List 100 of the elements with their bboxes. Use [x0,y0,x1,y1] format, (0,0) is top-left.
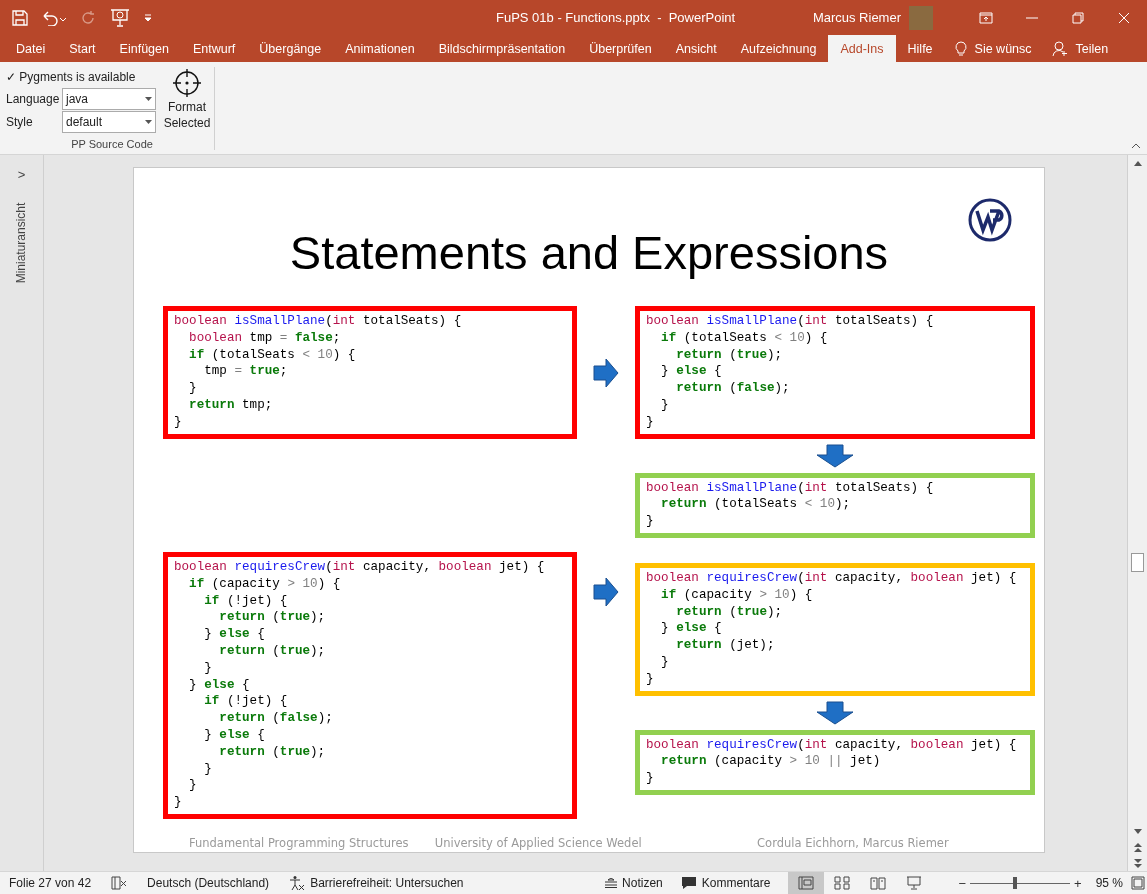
minimize-icon [1026,16,1038,19]
code-line: } [660,653,670,671]
down-arrow-icon [816,443,854,468]
view-icon [870,876,887,890]
right-arrow-icon [593,358,619,388]
slide-title: Statements and Expressions [288,225,890,281]
code-line: boolean requiresCrew(int capacity, boolean jet) { [646,569,1018,587]
ribbon-display-icon [979,11,993,24]
close-icon [1118,11,1130,24]
present-icon[interactable] [110,8,130,27]
pygments-status: ✓ Pygments is available [6,70,137,84]
code-line: } [174,794,183,811]
ribbon-tab[interactable]: Hilfe [895,35,945,62]
restore-icon [1072,11,1084,24]
view-icon [834,876,851,890]
code-line: if (capacity > 10) { [660,586,814,604]
code-line: } [203,760,213,778]
expand-pane-button[interactable]: > [17,167,26,182]
code-line: boolean isSmallPlane(int totalSeats) { [174,313,463,330]
code-line: return tmp; [188,397,274,414]
crosshair-icon [172,68,202,99]
ribbon-tab[interactable]: Übergänge [247,35,334,62]
code-line: } [188,380,198,397]
ribbon-tab[interactable]: Aufzeichnung [728,35,829,62]
fit-slide-icon[interactable] [1131,876,1145,890]
code-line: } else { [203,726,266,744]
footer-text: University of Applied Science Wedel [434,836,643,850]
user-name[interactable]: Marcus Riemer [812,10,901,25]
window-title: FuPS 01b - Functions.pptx - PowerPoint [496,10,736,25]
language-label: Language [6,91,61,106]
notes-button[interactable]: Notizen [605,876,663,890]
code-line: return (false); [218,710,334,727]
thumbnail-pane-label[interactable]: Miniaturansicht [14,202,29,284]
code-line: return (jet); [675,637,776,654]
code-line: } [646,513,655,530]
spelling-icon[interactable] [111,876,128,890]
code-line: if (totalSeats < 10) { [188,346,357,364]
ribbon-tab[interactable]: Start [57,35,108,62]
lightbulb-icon [954,40,967,57]
accessibility-button[interactable]: Barrierefreiheit: Untersuchen [289,875,464,891]
style-select[interactable]: default [62,110,156,133]
zoom-in-button[interactable]: + [1070,875,1086,891]
comments-button[interactable]: Kommentare [680,876,771,890]
code-line: } [203,659,213,677]
ribbon-tab[interactable]: Ansicht [663,35,729,62]
code-line: return (true); [675,346,784,364]
view-button[interactable] [788,872,825,894]
ribbon-tab[interactable]: Datei [4,35,58,62]
code-line: } [188,777,198,795]
language-status[interactable]: Deutsch (Deutschland) [147,876,270,890]
code-line: if (!jet) { [203,592,289,610]
logo-icon [968,198,1012,242]
zoom-level[interactable]: 95 % [1095,876,1123,890]
code-line: boolean isSmallPlane(int totalSeats) { [646,479,935,497]
notes-icon [605,878,618,888]
view-icon [906,876,923,890]
share-button[interactable]: Teilen [1041,35,1119,62]
code-line: return (capacity > 10 || jet) [660,753,882,771]
language-select[interactable]: java [62,87,156,110]
code-line: } else { [660,363,723,381]
view-icon [798,876,815,890]
code-line: if (capacity > 10) { [188,575,342,593]
code-line: } else { [188,676,251,694]
code-line: } [646,413,655,431]
style-label: Style [6,114,34,129]
ribbon-tab[interactable]: Add-Ins [828,35,896,62]
ribbon-tab[interactable]: Überprüfen [577,35,664,62]
save-icon[interactable] [12,9,28,26]
tell-me-button[interactable]: Sie wünsc [944,35,1042,62]
ribbon-tab[interactable]: Einfügen [107,35,181,62]
footer-text: Cordula Eichhorn, Marcus Riemer [757,836,950,850]
code-line: boolean requiresCrew(int capacity, boolean jet) { [174,558,546,576]
customize-caret-icon[interactable] [144,13,152,22]
ribbon-tab[interactable]: Entwurf [180,35,248,62]
code-line: return (true); [218,642,327,660]
code-line: boolean tmp = false; [188,329,342,347]
add-person-icon [1051,40,1068,57]
ribbon-tab[interactable]: Bildschirmpräsentation [426,35,578,62]
code-line: } else { [203,626,266,643]
slide-counter: Folie 27 von 42 [9,876,92,890]
undo-icon[interactable] [42,9,66,26]
caret-icon [145,119,152,124]
zoom-out-button[interactable]: − [954,875,971,891]
ribbon-tab[interactable]: Animationen [333,35,427,62]
scroll-thumb[interactable] [1131,553,1144,572]
code-line: return (true); [218,609,327,627]
code-line: return (true); [218,743,327,761]
down-arrow-icon [816,700,854,725]
comment-icon [680,876,697,890]
code-line: return (true); [675,603,784,621]
format-selected-button[interactable]: Format Selected [156,68,218,132]
code-line: } [646,770,655,787]
code-line: return (totalSeats < 10); [660,496,852,514]
group-label: PP Source Code [70,138,154,150]
right-arrow-icon [593,576,619,607]
zoom-thumb[interactable] [1013,877,1018,889]
code-line: } [174,413,183,431]
code-line: boolean requiresCrew(int capacity, boolean jet) { [646,736,1018,754]
code-line: } [646,670,655,688]
code-line: tmp = true; [203,363,289,381]
